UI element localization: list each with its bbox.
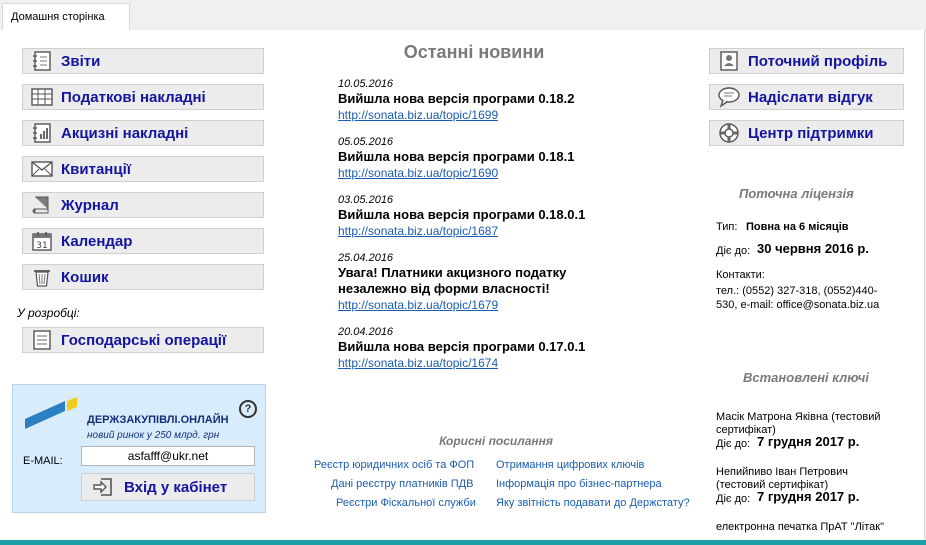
nav-journal-label: Журнал <box>61 196 119 214</box>
useful-links-title: Корисні посилання <box>439 434 553 448</box>
license-title: Поточна ліцензія <box>739 186 854 201</box>
contacts-phone-email: 530, e-mail: office@sonata.biz.ua <box>716 299 880 311</box>
license-type-value: Повна на 6 місяців <box>746 221 849 233</box>
support-center-label: Центр підтримки <box>748 124 874 142</box>
link-legal-entities-registry[interactable]: Реєстр юридичних осіб та ФОП <box>314 459 474 471</box>
nav-business-operations-button[interactable]: Господарські операції <box>22 327 264 353</box>
support-center-button[interactable]: Центр підтримки <box>709 120 904 146</box>
email-field[interactable]: asfafff@ukr.net <box>81 446 255 466</box>
link-digital-keys[interactable]: Отримання цифрових ключів <box>496 459 644 471</box>
news-date: 20.04.2016 <box>338 326 394 338</box>
book-icon <box>29 194 55 216</box>
news-link[interactable]: http://sonata.biz.ua/topic/1699 <box>338 107 638 123</box>
nav-tax-invoices-button[interactable]: Податкові накладні <box>22 84 264 110</box>
news-date: 10.05.2016 <box>338 78 394 90</box>
news-item: 20.04.2016 Вийшла нова версія програми 0… <box>338 326 638 371</box>
news-item: 25.04.2016 Увага! Платники акцизного под… <box>338 252 638 313</box>
key-owner-name: Масік Матрона Яківна (тестовий <box>716 411 881 423</box>
in-development-label: У розробці: <box>17 306 80 320</box>
link-fiscal-registries[interactable]: Реєстри Фіскальної служби <box>336 497 476 509</box>
link-business-partner-info[interactable]: Інформація про бізнес-партнера <box>496 478 662 490</box>
trash-icon <box>29 266 55 288</box>
license-type-label: Тип: <box>716 221 738 233</box>
chart-document-icon <box>29 122 55 144</box>
nav-business-operations-label: Господарські операції <box>61 331 227 349</box>
nav-reports-button[interactable]: Звіти <box>22 48 264 74</box>
news-headline: Вийшла нова версія програми 0.17.0.1 <box>338 339 586 354</box>
nav-calendar-label: Календар <box>61 232 133 250</box>
home-page: Звіти Податкові накладні Акцизні накладн… <box>0 30 925 540</box>
seal-key: електронна печатка ПрАТ "Літак" <box>716 521 884 533</box>
help-icon[interactable]: ? <box>239 400 257 418</box>
news-date: 05.05.2016 <box>338 136 394 148</box>
chat-bubble-icon <box>716 86 742 108</box>
news-link[interactable]: http://sonata.biz.ua/topic/1679 <box>338 297 638 313</box>
prozorro-promo-panel: ДЕРЖЗАКУПІВЛІ.ОНЛАЙН новий ринок у 250 м… <box>12 384 266 513</box>
current-profile-label: Поточний профіль <box>748 52 888 70</box>
list-document-icon <box>29 329 55 351</box>
prozorro-logo-icon <box>23 393 79 434</box>
link-vat-registry[interactable]: Дані реєстру платників ПДВ <box>331 478 473 490</box>
nav-trash-label: Кошик <box>61 268 109 286</box>
profile-card-icon <box>716 50 742 72</box>
nav-tax-invoices-label: Податкові накладні <box>61 88 206 106</box>
send-feedback-button[interactable]: Надіслати відгук <box>709 84 904 110</box>
news-link[interactable]: http://sonata.biz.ua/topic/1687 <box>338 223 638 239</box>
nav-receipts-button[interactable]: Квитанції <box>22 156 264 182</box>
tab-home-label: Домашня сторінка <box>11 11 105 23</box>
tab-strip: Домашня сторінка <box>0 0 926 31</box>
tab-home[interactable]: Домашня сторінка <box>2 3 130 30</box>
news-item: 10.05.2016 Вийшла нова версія програми 0… <box>338 78 638 123</box>
key-valid-value: 7 грудня 2017 р. <box>757 489 860 504</box>
status-bar-accent <box>0 540 926 545</box>
nav-reports-label: Звіти <box>61 52 101 70</box>
news-date: 03.05.2016 <box>338 194 394 206</box>
login-cabinet-label: Вхід у кабінет <box>124 478 228 496</box>
envelope-icon <box>29 158 55 180</box>
key-valid-value: 7 грудня 2017 р. <box>757 434 860 449</box>
notebook-icon <box>29 50 55 72</box>
login-cabinet-button[interactable]: Вхід у кабінет <box>81 473 255 501</box>
installed-keys-title: Встановлені ключі <box>743 370 869 385</box>
news-item: 03.05.2016 Вийшла нова версія програми 0… <box>338 194 638 239</box>
calendar-icon: 31 <box>29 230 55 252</box>
nav-excise-invoices-label: Акцизні накладні <box>61 124 189 142</box>
email-label: E-MAIL: <box>23 455 63 467</box>
lifebuoy-icon <box>716 122 742 144</box>
news-link[interactable]: http://sonata.biz.ua/topic/1690 <box>338 165 638 181</box>
current-profile-button[interactable]: Поточний профіль <box>709 48 904 74</box>
login-icon <box>88 477 118 497</box>
license-valid-value: 30 червня 2016 р. <box>757 241 869 256</box>
news-date: 25.04.2016 <box>338 252 394 264</box>
news-headline: Вийшла нова версія програми 0.18.2 <box>338 91 575 106</box>
send-feedback-label: Надіслати відгук <box>748 88 873 106</box>
table-grid-icon <box>29 86 55 108</box>
news-headline: Увага! Платники акцизного податку <box>338 265 567 280</box>
svg-text:31: 31 <box>36 241 47 251</box>
key-owner-name: Непийпиво Іван Петрович <box>716 466 848 478</box>
news-headline: Вийшла нова версія програми 0.18.1 <box>338 149 575 164</box>
nav-excise-invoices-button[interactable]: Акцизні накладні <box>22 120 264 146</box>
nav-journal-button[interactable]: Журнал <box>22 192 264 218</box>
key-valid-label: Діє до: <box>716 438 751 450</box>
key-valid-label: Діє до: <box>716 493 751 505</box>
news-title: Останні новини <box>403 42 545 62</box>
contacts-phone: тел.: (0552) 327-318, (0552)440- <box>716 285 878 297</box>
news-link[interactable]: http://sonata.biz.ua/topic/1674 <box>338 355 638 371</box>
nav-receipts-label: Квитанції <box>61 160 131 178</box>
news-item: 05.05.2016 Вийшла нова версія програми 0… <box>338 136 638 181</box>
promo-tagline: новий ринок у 250 млрд. грн <box>87 430 220 441</box>
contacts-label: Контакти: <box>716 269 765 281</box>
news-headline-cont: незалежно від форми власності! <box>338 281 550 296</box>
promo-brand: ДЕРЖЗАКУПІВЛІ.ОНЛАЙН <box>87 414 229 426</box>
news-headline: Вийшла нова версія програми 0.18.0.1 <box>338 207 586 222</box>
link-derzhstat-reporting[interactable]: Яку звітність подавати до Держстату? <box>496 497 690 509</box>
nav-trash-button[interactable]: Кошик <box>22 264 264 290</box>
nav-calendar-button[interactable]: 31 Календар <box>22 228 264 254</box>
license-valid-label: Діє до: <box>716 245 751 257</box>
